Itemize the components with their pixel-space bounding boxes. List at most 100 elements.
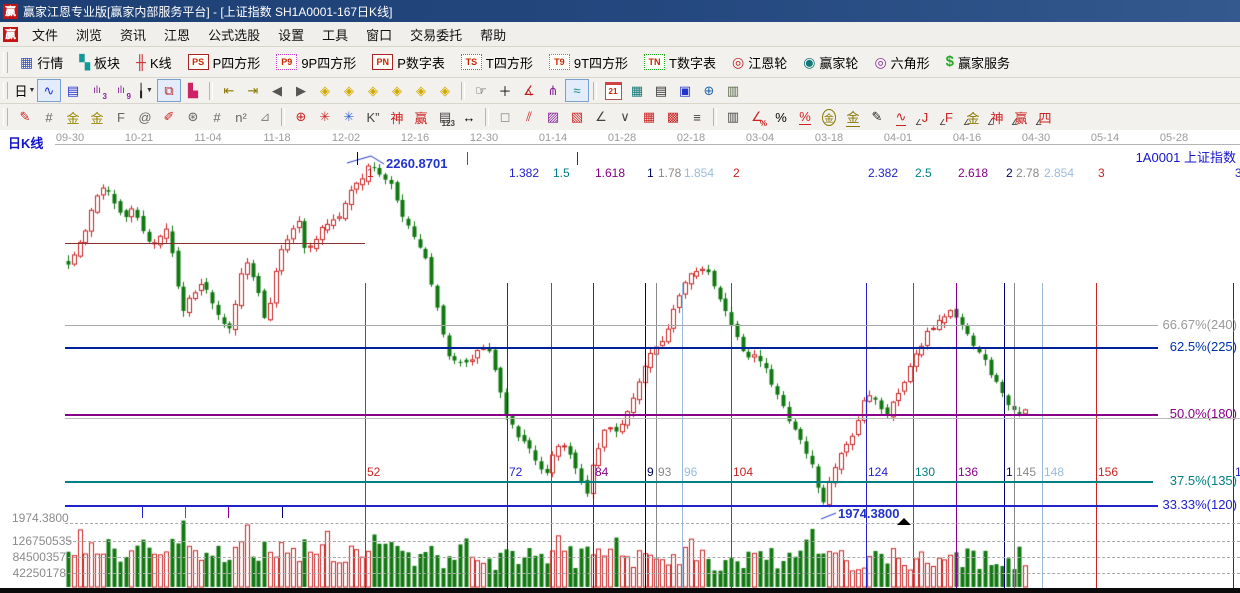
- toolbar-grip[interactable]: [3, 52, 8, 73]
- calculator-button[interactable]: ▦: [625, 79, 649, 102]
- fan-square-tool[interactable]: ▨: [541, 106, 565, 129]
- gold-grid-tool-2[interactable]: 金: [85, 106, 109, 129]
- shen-angle-tool[interactable]: 神∠: [985, 106, 1009, 129]
- gann-wheel-button[interactable]: ◎江恩轮: [725, 50, 794, 75]
- gann-count-label: 130: [915, 465, 935, 479]
- menu-item-7[interactable]: 工具: [313, 23, 357, 46]
- gold-circle-tool[interactable]: 金: [817, 106, 841, 129]
- f10-info-icon[interactable]: ▤: [61, 79, 85, 102]
- pattern-tool-icon[interactable]: ⧉: [157, 79, 181, 102]
- ying-angle-tool[interactable]: 赢∠: [1009, 106, 1033, 129]
- measure-pen-tool[interactable]: ✐: [157, 106, 181, 129]
- menu-item-8[interactable]: 窗口: [357, 23, 401, 46]
- si-angle-tool[interactable]: 四∠: [1033, 106, 1057, 129]
- zoom-in-x-button[interactable]: ◈: [337, 79, 361, 102]
- menu-item-3[interactable]: 资讯: [111, 23, 155, 46]
- ruler-scale-tool[interactable]: ▤123: [433, 106, 457, 129]
- min3-chart-icon[interactable]: ılı3: [85, 79, 109, 102]
- percent-line-tool[interactable]: %: [793, 106, 817, 129]
- hand-tool-button[interactable]: ☞: [469, 79, 493, 102]
- candle-type-icon[interactable]: ╽▼: [133, 79, 157, 102]
- zoom-in-y-button[interactable]: ◈: [385, 79, 409, 102]
- shen-grid-tool[interactable]: 神: [385, 106, 409, 129]
- kline-chart-canvas[interactable]: [0, 130, 1240, 588]
- trend-chart-icon[interactable]: ∿: [37, 79, 61, 102]
- fib-grid-tool[interactable]: F: [109, 106, 133, 129]
- min9-chart-icon[interactable]: ılı9: [109, 79, 133, 102]
- gann-time-line: [1004, 283, 1005, 593]
- prev-bar-button[interactable]: ◀: [265, 79, 289, 102]
- volume-profile-icon[interactable]: ▙: [181, 79, 205, 102]
- wave-pattern-button[interactable]: ≈: [565, 79, 589, 102]
- angle-fan-tool[interactable]: ⊿: [253, 106, 277, 129]
- t-number-button[interactable]: TNT数字表: [637, 50, 723, 75]
- j-angle-tool[interactable]: J∠: [913, 106, 937, 129]
- toolbar-grip[interactable]: [3, 82, 8, 100]
- spider-web-red-tool[interactable]: ✳: [313, 106, 337, 129]
- gold-angle-tool[interactable]: 金∠: [961, 106, 985, 129]
- fan-lines-tool[interactable]: ⫽: [517, 106, 541, 129]
- toolbar-grip[interactable]: [3, 108, 8, 126]
- system-button[interactable]: ▥: [721, 79, 745, 102]
- period-selector[interactable]: 日▼: [13, 79, 37, 102]
- span-measure-tool[interactable]: ↔: [457, 106, 481, 129]
- last-bar-button[interactable]: ⇥: [241, 79, 265, 102]
- t9-square-button[interactable]: T99T四方形: [542, 50, 635, 75]
- winner-wheel-button[interactable]: ◉赢家轮: [796, 50, 865, 75]
- zigzag-wave-tool[interactable]: ∨: [613, 106, 637, 129]
- f-angle-tool[interactable]: F∠: [937, 106, 961, 129]
- winner-service-button[interactable]: $赢家服务: [939, 50, 1017, 75]
- polygon-tool-button[interactable]: ⋔: [541, 79, 565, 102]
- gann-grid-tool[interactable]: #: [37, 106, 61, 129]
- square-frame-tool[interactable]: ◻: [493, 106, 517, 129]
- spider-web-blue-tool[interactable]: ✳: [337, 106, 361, 129]
- menu-item-9[interactable]: 交易委托: [401, 23, 471, 46]
- menu-item-5[interactable]: 公式选股: [199, 23, 269, 46]
- menu-item-6[interactable]: 设置: [269, 23, 313, 46]
- p9-square-button[interactable]: P99P四方形: [269, 50, 363, 75]
- menu-item-1[interactable]: 文件: [23, 23, 67, 46]
- quotes-button[interactable]: ▦行情: [13, 50, 70, 75]
- angle-percent-tool[interactable]: ∠%: [745, 106, 769, 129]
- ink-measure-tool[interactable]: ✎: [865, 106, 889, 129]
- percent-tool[interactable]: %: [769, 106, 793, 129]
- web-link-button[interactable]: ⊕: [697, 79, 721, 102]
- calendar-button[interactable]: 21: [601, 79, 625, 102]
- menu-item-2[interactable]: 浏览: [67, 23, 111, 46]
- spiral-tool[interactable]: @: [133, 106, 157, 129]
- k-wave-tool[interactable]: K”: [361, 106, 385, 129]
- notepad-button[interactable]: ▤: [649, 79, 673, 102]
- menu-item-10[interactable]: 帮助: [471, 23, 515, 46]
- menu-item-4[interactable]: 江恩: [155, 23, 199, 46]
- diagonal-square-tool[interactable]: ▧: [565, 106, 589, 129]
- save-button[interactable]: ▣: [673, 79, 697, 102]
- crosshair-button[interactable]: ＋: [493, 79, 517, 102]
- first-bar-button[interactable]: ⇤: [217, 79, 241, 102]
- wave-channel-tool[interactable]: ∿: [889, 106, 913, 129]
- p-number-button[interactable]: PNP数字表: [365, 50, 452, 75]
- n-square-tool[interactable]: n²: [229, 106, 253, 129]
- kline-button[interactable]: ╫K线: [129, 50, 179, 75]
- trend-angle-tool[interactable]: ∠: [589, 106, 613, 129]
- bar-grid-tool[interactable]: #: [205, 106, 229, 129]
- zoom-out-x-button[interactable]: ◈: [313, 79, 337, 102]
- hexagon-button[interactable]: ◎六角形: [867, 50, 936, 75]
- gann-target-tool[interactable]: ⊕: [289, 106, 313, 129]
- next-bar-button[interactable]: ▶: [289, 79, 313, 102]
- sectors-button[interactable]: ▚板块: [72, 50, 127, 75]
- fit-screen-button[interactable]: ◈: [409, 79, 433, 102]
- ying-grid-tool[interactable]: 赢: [409, 106, 433, 129]
- panel-layout-tool[interactable]: ▥: [721, 106, 745, 129]
- t-square-button[interactable]: TST四方形: [454, 50, 540, 75]
- time-cycle-tool[interactable]: ⊛: [181, 106, 205, 129]
- zoom-out-y-button[interactable]: ◈: [361, 79, 385, 102]
- draw-brush-tool[interactable]: ✎: [13, 106, 37, 129]
- gold-line-tool[interactable]: 金: [841, 106, 865, 129]
- angle-measure-button[interactable]: ∡: [517, 79, 541, 102]
- p-square-button[interactable]: PSP四方形: [181, 50, 268, 75]
- parallel-lines-tool[interactable]: ≡: [685, 106, 709, 129]
- reset-view-button[interactable]: ◈: [433, 79, 457, 102]
- price-grid-frame-tool[interactable]: ▩: [661, 106, 685, 129]
- price-grid-red-tool[interactable]: ▦: [637, 106, 661, 129]
- gold-grid-tool-1[interactable]: 金: [61, 106, 85, 129]
